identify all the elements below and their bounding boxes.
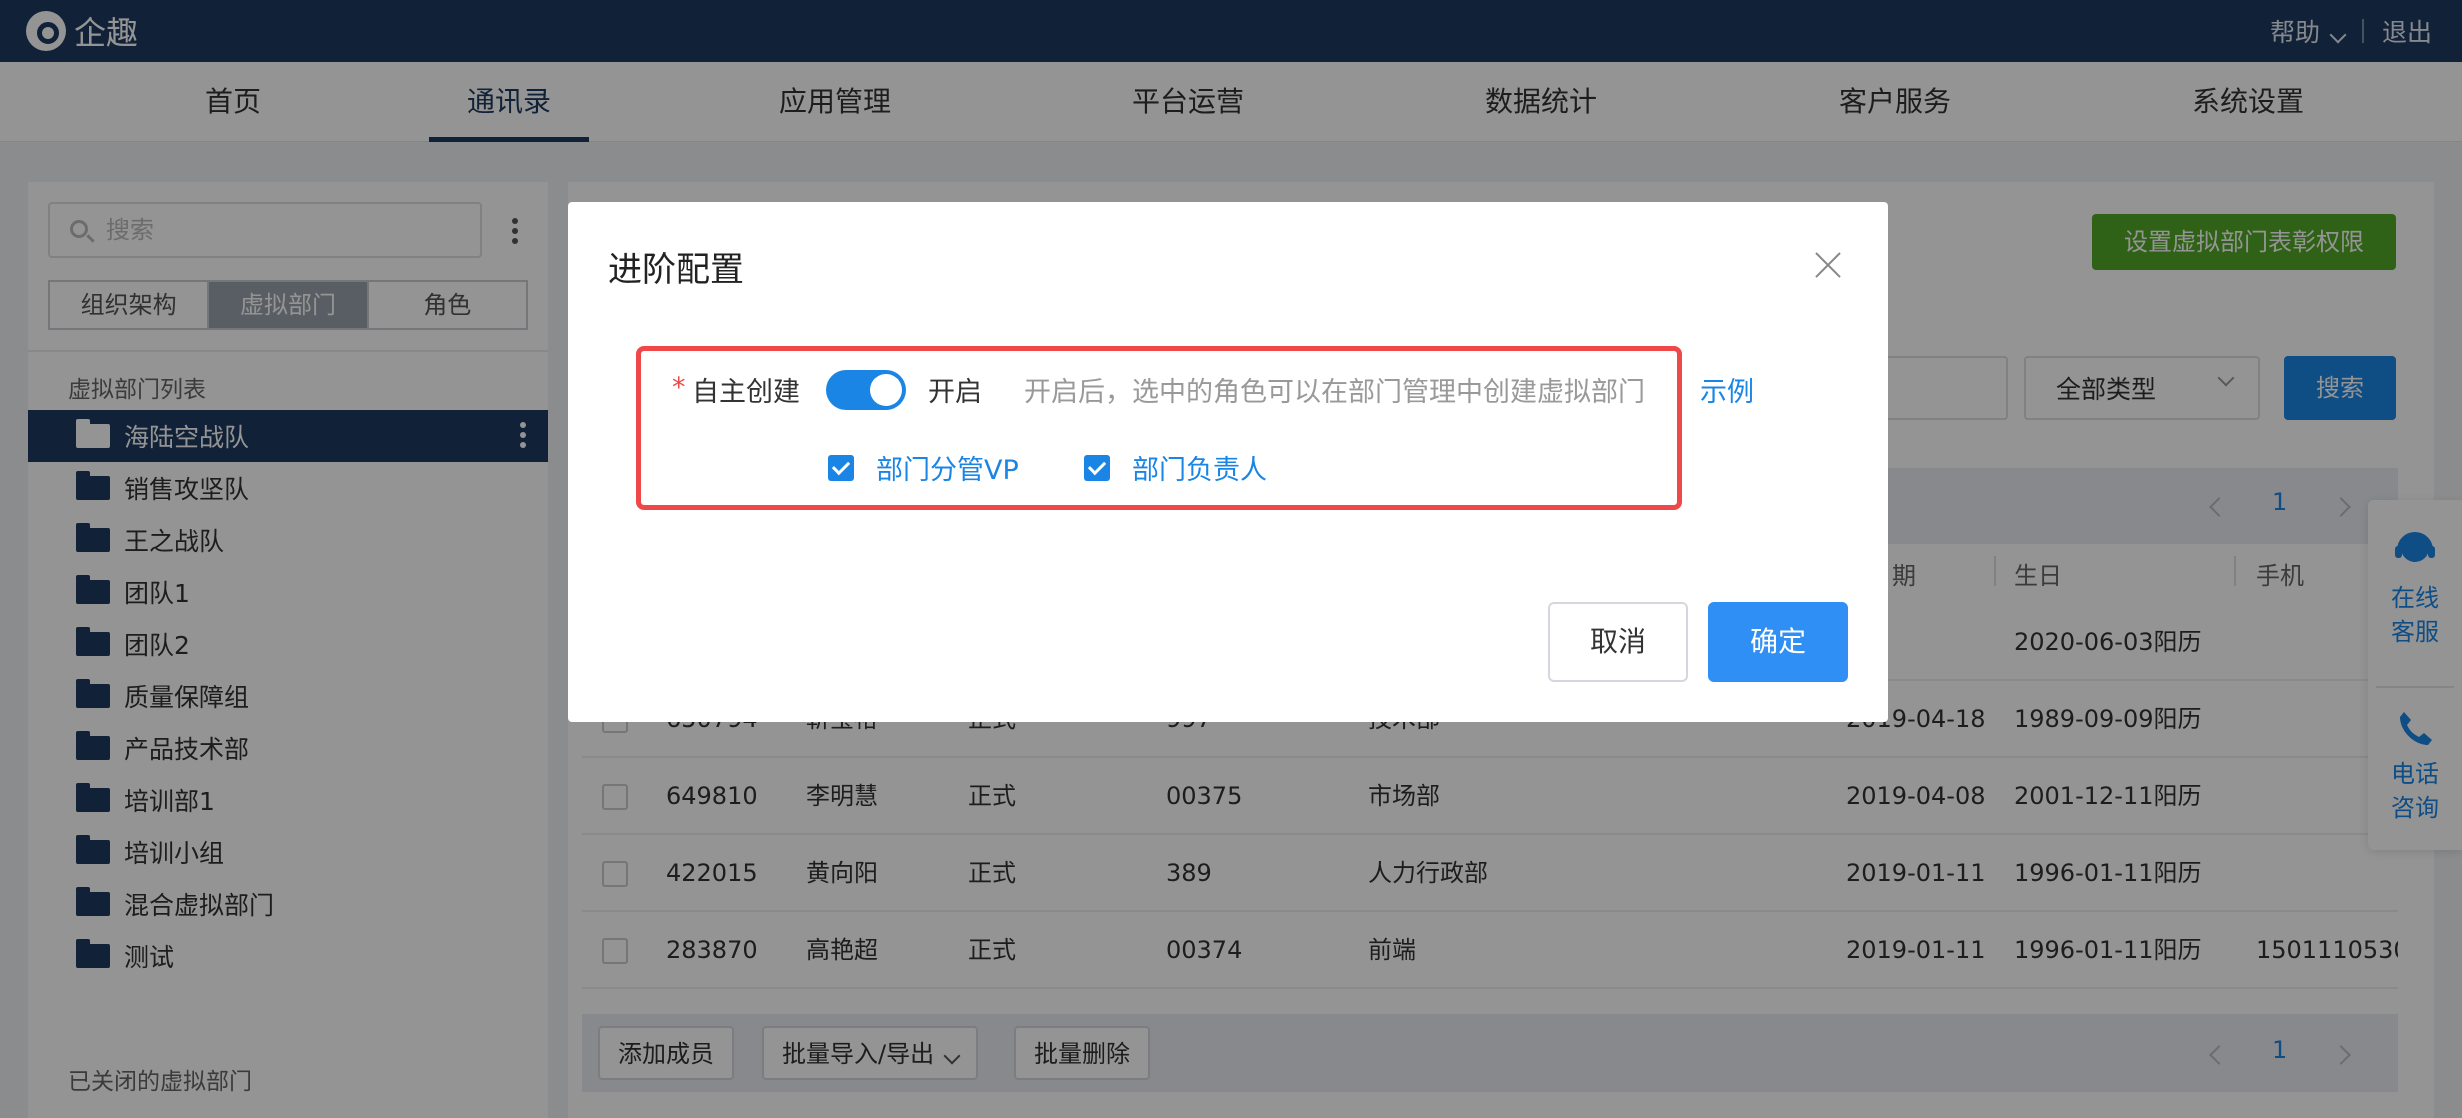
role-label: 部门负责人 [1132, 455, 1267, 486]
close-icon[interactable] [1813, 250, 1843, 280]
example-link[interactable]: 示例 [1700, 370, 1754, 409]
advanced-config-dialog: 进阶配置 * 自主创建 开启 开启后，选中的角色可以在部门管理中创建虚拟部门 示… [568, 202, 1888, 722]
cancel-button[interactable]: 取消 [1548, 602, 1688, 682]
checkbox-checked-icon [828, 454, 854, 481]
required-mark: * [672, 372, 686, 403]
checkbox-checked-icon [1084, 454, 1110, 481]
toggle-state-text: 开启 [928, 377, 982, 408]
self-create-label: 自主创建 [692, 377, 800, 408]
self-create-toggle[interactable] [826, 370, 906, 410]
confirm-button[interactable]: 确定 [1708, 602, 1848, 682]
role-checkbox-vp[interactable]: 部门分管VP [828, 448, 1019, 487]
toggle-knob [870, 374, 902, 406]
role-checkbox-head[interactable]: 部门负责人 [1084, 448, 1267, 487]
hint-text: 开启后，选中的角色可以在部门管理中创建虚拟部门 [1024, 377, 1645, 408]
role-label: 部门分管VP [876, 455, 1019, 486]
dialog-title: 进阶配置 [608, 250, 744, 290]
